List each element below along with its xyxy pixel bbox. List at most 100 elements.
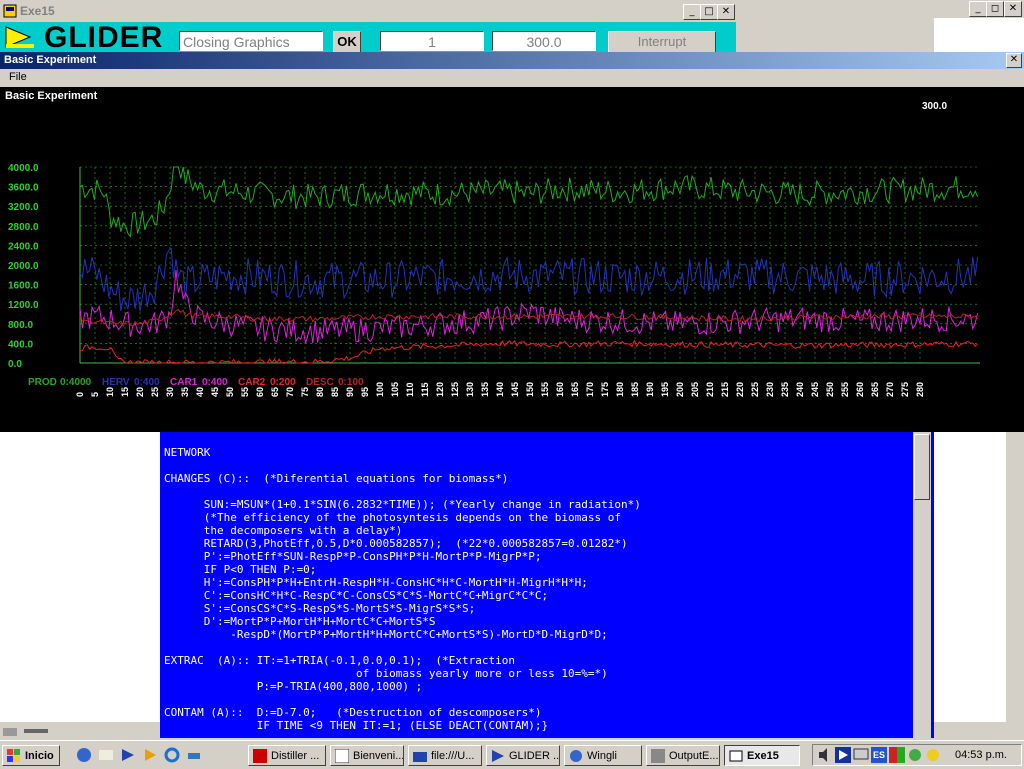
x-tick-label: 70 [285,387,295,397]
glider-main-window: Exe15 _ □ ✕ GLIDER Closing Graphics OK 1… [0,0,736,54]
experiment-window-title: Basic Experiment [4,54,97,66]
legend-name-car2: CAR2 [238,377,266,388]
document-icon [335,749,349,763]
windows-flag-icon [7,749,20,762]
legend-scale-desc: 0:100 [338,377,364,388]
close-button[interactable]: ✕ [1006,53,1022,68]
x-tick-label: 255 [840,382,850,397]
y-tick-label: 2000.0 [8,261,39,272]
x-tick-label: 140 [495,382,505,397]
menu-bar: File [0,69,1024,87]
x-tick-label: 250 [825,382,835,397]
wingli-icon [570,750,582,762]
monitor-icon[interactable] [853,747,869,763]
task-wingli[interactable]: Wingli [564,745,642,766]
restore-button[interactable]: ◻ [986,1,1004,17]
window-icon [729,750,743,762]
y-tick-label: 400.0 [8,339,33,350]
network-icon[interactable] [186,747,202,763]
x-tick-label: 35 [180,387,190,397]
task-distiller[interactable]: Distiller ... [248,745,326,766]
x-tick-label: 165 [570,382,580,397]
x-tick-label: 230 [765,382,775,397]
legend-name-desc: DESC [306,377,334,388]
minimize-button[interactable]: _ [683,4,701,20]
minimize-button[interactable]: _ [969,1,987,17]
x-tick-label: 275 [900,382,910,397]
x-tick-label: 210 [705,382,715,397]
task-output[interactable]: OutputE... [646,745,720,766]
antivirus-icon[interactable] [925,747,941,763]
y-tick-label: 1600.0 [8,281,39,292]
x-tick-label: 170 [585,382,595,397]
task-bienvenido[interactable]: Bienveni... [330,745,404,766]
x-tick-label: 75 [300,387,310,397]
legend-scale-car1: 0:400 [202,377,228,388]
speaker-icon[interactable] [817,747,833,763]
background-window-left [0,432,160,738]
x-tick-label: 15 [120,387,130,397]
x-tick-label: 10 [105,387,115,397]
task-glider[interactable]: GLIDER ... [486,745,560,766]
task-label: Distiller ... [271,750,320,762]
x-tick-label: 240 [795,382,805,397]
play-icon[interactable] [835,747,851,763]
task-label: file:///U... [431,750,475,762]
x-tick-label: 260 [855,382,865,397]
x-tick-label: 25 [150,387,160,397]
chart-svg: Basic Experiment300.04000.03600.03200.02… [5,90,980,397]
x-tick-label: 95 [360,387,370,397]
scroll-thumb[interactable] [914,434,930,500]
y-tick-label: 800.0 [8,320,33,331]
x-tick-label: 215 [720,382,730,397]
interrupt-button[interactable]: Interrupt [608,31,716,53]
y-tick-label: 1200.0 [8,300,39,311]
legend-name-herv: HERV [102,377,130,388]
maximize-button[interactable]: □ [700,4,718,20]
x-tick-label: 190 [645,382,655,397]
x-tick-label: 60 [255,387,265,397]
flag-icon[interactable] [889,747,905,763]
media-icon[interactable] [142,747,158,763]
x-tick-label: 160 [555,382,565,397]
browser-icon[interactable] [76,747,92,763]
y-tick-label: 2400.0 [8,241,39,252]
task-label: Exe15 [747,750,779,762]
start-button[interactable]: Inicio [2,745,60,766]
task-exe15[interactable]: Exe15 [724,745,800,766]
taskbar: Inicio Distiller ... Bienveni... file://… [0,740,1024,769]
close-button[interactable]: ✕ [717,4,735,20]
ie-icon[interactable] [164,747,180,763]
code-text: NETWORK CHANGES (C):: (*Diferential equa… [164,446,641,732]
x-tick-label: 150 [525,382,535,397]
code-scrollbar[interactable] [913,432,931,738]
task-label: Wingli [587,750,617,762]
output-icon [651,749,665,763]
experiment-title-bar: Basic Experiment ✕ [0,52,1024,69]
series-line-car2 [79,339,978,364]
glider-launch-icon[interactable] [120,747,136,763]
scrollbar[interactable] [1006,420,1024,722]
close-button[interactable]: ✕ [1004,1,1022,17]
task-file[interactable]: file:///U... [408,745,482,766]
series-line-prod [79,166,979,238]
printer-icon[interactable] [2,724,18,738]
glider-title-bar: Exe15 _ □ ✕ [0,0,736,22]
menu-file[interactable]: File [9,71,27,83]
legend-name-car1: CAR1 [170,377,198,388]
start-label: Inicio [25,750,54,762]
x-tick-label: 280 [915,382,925,397]
ok-button[interactable]: OK [333,31,361,53]
x-tick-label: 120 [435,382,445,397]
x-tick-label: 265 [870,382,880,397]
x-tick-label: 130 [465,382,475,397]
time-field: 300.0 [492,31,596,51]
outlook-icon[interactable] [98,747,114,763]
language-indicator[interactable]: ES [871,747,887,763]
series-line-herv [79,247,979,312]
network-tray-icon[interactable] [907,747,923,763]
x-tick-label: 30 [165,387,175,397]
connector-icon[interactable] [22,724,50,738]
x-tick-label: 225 [750,382,760,397]
x-tick-label: 245 [810,382,820,397]
